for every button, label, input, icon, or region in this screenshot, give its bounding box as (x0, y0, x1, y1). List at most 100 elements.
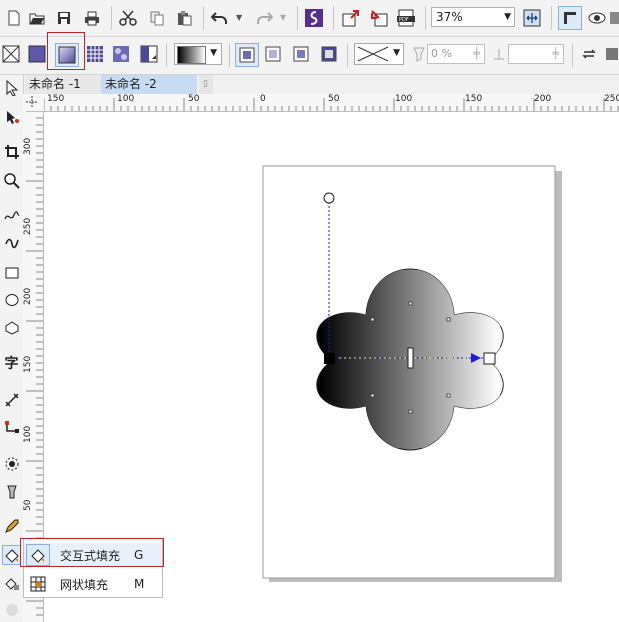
export-icon[interactable] (368, 7, 390, 29)
fill-rotation-handle[interactable] (323, 192, 335, 204)
redo-dropdown-icon: ▼ (280, 13, 287, 22)
menu-item-shortcut: M (134, 577, 145, 591)
zoom-tool-icon[interactable] (2, 171, 21, 191)
copy-icon[interactable] (146, 7, 168, 29)
h-tick-label: 100 (117, 94, 135, 104)
separator (333, 6, 334, 30)
undo-icon[interactable] (209, 7, 231, 29)
midpoint-icon (488, 43, 510, 65)
undo-dropdown-icon[interactable]: ▼ (236, 13, 242, 22)
view-icon[interactable] (586, 7, 608, 29)
eyedropper-tool-icon[interactable] (2, 516, 21, 536)
fountain-fill-icon[interactable] (55, 43, 79, 67)
separator (111, 6, 112, 30)
rectangle-tool-icon[interactable] (2, 263, 21, 283)
print-icon[interactable] (81, 7, 103, 29)
separator (425, 6, 426, 30)
x-pattern-icon (357, 46, 389, 62)
radial-fountain-icon[interactable] (262, 43, 284, 65)
gradient-preset-select[interactable]: ▼ (174, 43, 222, 65)
tab-label: 未命名 -2 (105, 77, 157, 91)
menu-item-label: 网状填充 (60, 577, 109, 592)
page-corner-mark: ⁞ (553, 575, 556, 585)
transparency-tool-icon[interactable] (2, 482, 21, 502)
save-icon[interactable] (53, 7, 75, 29)
separator (166, 43, 167, 67)
square-fountain-icon[interactable] (318, 43, 340, 65)
transparency-merge-select[interactable]: ▼ (354, 43, 404, 65)
smart-drawing-tool-icon[interactable] (2, 232, 21, 252)
import-icon[interactable] (340, 7, 362, 29)
interactive-fill-highlight (20, 538, 164, 567)
h-tick-label: 50 (328, 94, 340, 104)
h-tick-label: 0 (260, 94, 266, 104)
interactive-fill-tool-icon[interactable] (2, 545, 21, 565)
blend-tool-icon[interactable] (2, 454, 21, 474)
ruler-origin-icon[interactable] (23, 94, 45, 112)
fill-end-handle[interactable] (483, 352, 496, 365)
copy-fill-icon[interactable] (604, 43, 619, 65)
publish-pdf-icon[interactable]: PDF (396, 7, 418, 29)
tab-document-2[interactable]: 未命名 -2 (101, 75, 197, 94)
v-tick-label: 250 (23, 217, 33, 235)
h-tick-label: 250 (604, 94, 619, 104)
tab-document-1[interactable]: 未命名 -1 (25, 75, 101, 94)
pick-tool-icon[interactable] (2, 78, 21, 98)
swap-icon[interactable] (578, 43, 600, 65)
h-tick-label: 150 (47, 94, 65, 104)
document-tabs: 未命名 -1 未命名 -2 ▯ (23, 75, 619, 94)
zoom-level-value: 37% (436, 10, 463, 24)
chevron-down-icon: ▼ (210, 48, 217, 58)
texture-fill-icon[interactable] (110, 43, 132, 65)
outline-tool-icon[interactable] (2, 600, 21, 620)
h-tick-label: 100 (395, 94, 413, 104)
paste-icon[interactable] (173, 7, 195, 29)
freehand-tool-icon[interactable] (2, 205, 21, 225)
zoom-fit-icon[interactable] (521, 7, 543, 29)
tab-overflow-icon[interactable]: ▯ (199, 75, 213, 94)
separator (297, 6, 298, 30)
uniform-fill-icon[interactable] (26, 43, 48, 65)
chevron-down-icon: ▼ (504, 12, 511, 22)
text-tool-icon[interactable]: 字 (2, 353, 21, 373)
polygon-tool-icon[interactable] (2, 318, 21, 338)
separator (347, 43, 348, 67)
options-icon[interactable] (558, 6, 582, 30)
v-tick-label: 300 (23, 137, 33, 155)
cut-icon[interactable] (117, 7, 139, 29)
mesh-fill-icon (26, 573, 50, 595)
menu-item-mesh-fill[interactable]: 网状填充 M (24, 572, 162, 596)
svg-text:PDF: PDF (399, 17, 409, 23)
gradient-preview (177, 46, 206, 64)
corel-launcher-icon[interactable] (303, 7, 325, 29)
connector-tool-icon[interactable] (2, 418, 21, 438)
new-icon[interactable] (3, 7, 25, 29)
pattern-fill-icon[interactable] (84, 43, 106, 65)
h-tick-label: 200 (534, 94, 552, 104)
shape-tool-icon[interactable] (2, 107, 21, 127)
no-fill-icon[interactable] (0, 43, 22, 65)
horizontal-ruler[interactable]: 150 100 50 0 50 100 150 200 250 (44, 94, 619, 112)
separator (551, 6, 552, 30)
v-tick-label: 200 (23, 287, 33, 305)
redo-icon (253, 7, 275, 29)
slider-icon: ╪ (552, 47, 559, 60)
fill-start-handle[interactable] (324, 353, 335, 364)
conical-fountain-icon[interactable] (290, 43, 312, 65)
snap-icon[interactable] (610, 7, 619, 29)
parallel-dimension-tool-icon[interactable] (2, 390, 21, 410)
v-tick-label: 50 (23, 499, 33, 511)
ellipse-tool-icon[interactable] (2, 290, 21, 310)
zoom-level-select[interactable]: 37% ▼ (431, 7, 515, 27)
property-bar: ▼ ▼ 0 % ╪ ╪ (0, 32, 619, 75)
open-icon[interactable] (26, 7, 48, 29)
linear-fountain-icon[interactable] (235, 43, 259, 67)
transparency-percent-field[interactable]: 0 % ╪ (427, 44, 485, 64)
midpoint-field[interactable]: ╪ (508, 44, 564, 64)
fill-midpoint-handle[interactable] (407, 347, 414, 369)
smart-fill-tool-icon[interactable] (2, 573, 21, 593)
chevron-down-icon: ▼ (393, 48, 400, 58)
postscript-fill-icon[interactable] (138, 43, 160, 65)
standard-toolbar: ▼ ▼ PDF 37% ▼ (0, 0, 619, 37)
crop-tool-icon[interactable] (2, 142, 21, 162)
